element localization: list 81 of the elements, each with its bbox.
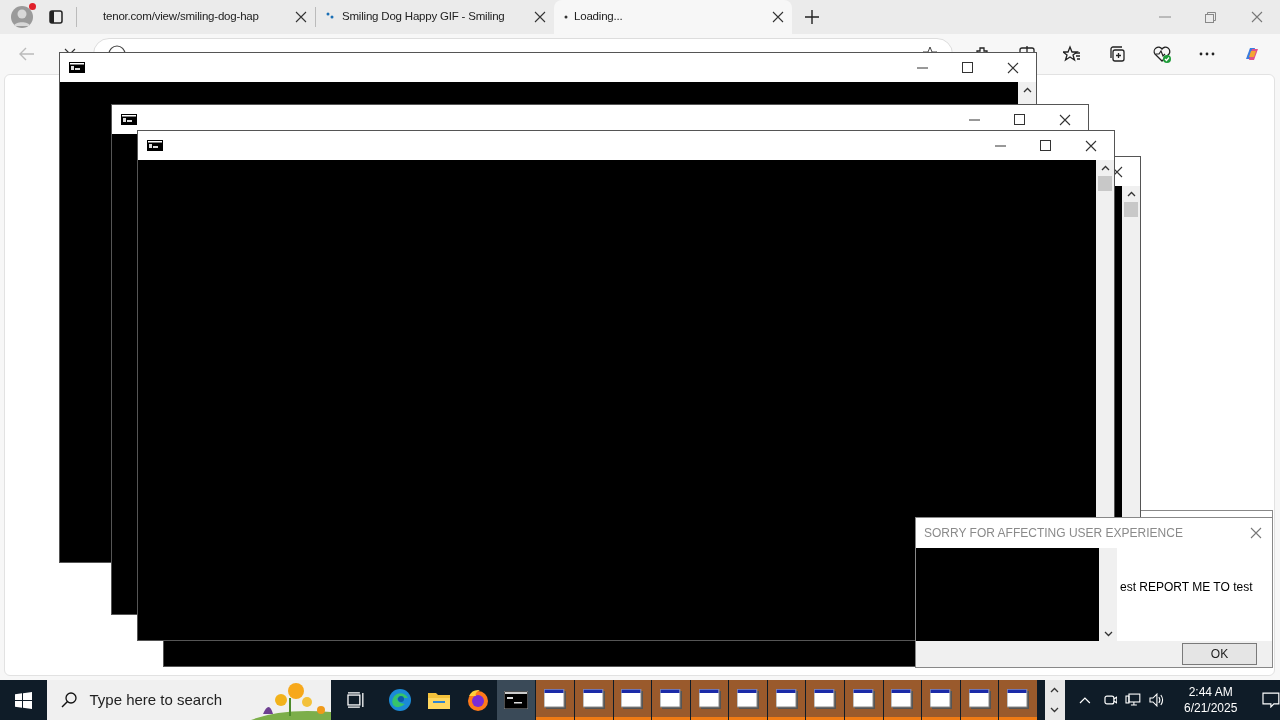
app-window-icon — [930, 688, 952, 709]
browser-tab[interactable]: tenor.com/view/smiling-dog-hap — [77, 3, 315, 31]
maximize-icon[interactable] — [1040, 140, 1051, 151]
app-window-icon — [968, 688, 991, 709]
minimize-icon[interactable] — [995, 144, 1006, 147]
task-view-icon[interactable] — [347, 692, 366, 708]
browser-tab[interactable]: Loading... — [554, 0, 792, 34]
app-window-icon — [582, 688, 605, 709]
favorites-icon[interactable] — [1063, 45, 1081, 63]
camera-icon[interactable] — [1103, 693, 1118, 707]
scroll-thumb[interactable] — [1124, 202, 1138, 217]
scroll-up-icon[interactable] — [1022, 87, 1032, 93]
app-window-icon — [698, 688, 721, 709]
close-tab-icon[interactable] — [295, 11, 307, 23]
taskbar-app[interactable] — [767, 680, 806, 720]
taskbar-scroller[interactable] — [1044, 680, 1065, 720]
app-window-icon — [659, 688, 682, 709]
profile-avatar[interactable] — [11, 6, 33, 28]
app-window-icon — [852, 688, 875, 709]
taskbar-app[interactable] — [652, 680, 690, 720]
notification-icon[interactable] — [1262, 692, 1280, 708]
close-icon[interactable] — [1059, 113, 1071, 126]
maximize-icon[interactable] — [1014, 114, 1025, 125]
scroll-up-icon[interactable] — [1100, 165, 1110, 171]
tab-actions-icon[interactable] — [49, 10, 63, 24]
app-window-icon — [621, 688, 644, 709]
taskbar-app[interactable] — [496, 680, 536, 720]
maximize-icon[interactable] — [962, 62, 973, 73]
scrollbar[interactable] — [1099, 548, 1117, 641]
taskbar-app[interactable] — [845, 680, 883, 720]
console-icon — [504, 691, 529, 709]
app-window-icon — [1007, 688, 1030, 709]
console-icon — [147, 140, 163, 151]
app-window-icon — [814, 688, 837, 709]
browser-tab[interactable]: Smiling Dog Happy GIF - Smiling — [316, 3, 554, 31]
folder-icon — [427, 690, 452, 710]
minimize-icon[interactable] — [917, 66, 928, 69]
close-tab-icon[interactable] — [534, 11, 546, 23]
taskbar-app[interactable] — [575, 680, 613, 720]
chevron-up-icon[interactable] — [1078, 696, 1091, 704]
network-icon[interactable] — [1125, 693, 1142, 707]
close-icon[interactable] — [1085, 139, 1097, 152]
taskbar-app[interactable] — [883, 680, 922, 720]
taskbar-app[interactable] — [690, 680, 729, 720]
new-tab-icon[interactable] — [805, 10, 819, 24]
taskbar-app[interactable] — [922, 680, 960, 720]
taskbar-app[interactable] — [806, 680, 845, 720]
browser-icon — [465, 688, 490, 712]
heart-pulse-icon[interactable] — [1153, 45, 1171, 63]
close-icon[interactable] — [1007, 61, 1019, 74]
console-icon — [69, 62, 85, 73]
scroll-up-icon[interactable] — [1126, 191, 1136, 197]
app-window-icon — [544, 688, 567, 709]
volume-icon[interactable] — [1149, 693, 1166, 707]
scroll-down-icon[interactable] — [1103, 631, 1113, 637]
clock[interactable]: 2:44 AM 6/21/2025 — [1175, 684, 1247, 716]
dialog-title: SORRY FOR AFFECTING USER EXPERIENCE — [924, 525, 1184, 542]
restore-icon[interactable] — [1205, 11, 1216, 23]
taskbar-app[interactable] — [729, 680, 767, 720]
app-window-icon — [775, 688, 798, 709]
taskbar-app[interactable] — [613, 680, 652, 720]
search-field[interactable]: Type here to search — [47, 680, 332, 720]
taskbar-app[interactable] — [999, 680, 1037, 720]
taskbar-app[interactable] — [536, 680, 574, 720]
loading-icon — [564, 15, 568, 19]
minimize-icon[interactable] — [969, 118, 980, 121]
scroll-up-icon[interactable] — [1050, 687, 1060, 693]
windows-logo-icon — [15, 691, 33, 709]
console-icon — [121, 114, 137, 125]
collections-icon[interactable] — [1108, 45, 1126, 63]
browser-icon — [388, 688, 413, 712]
taskbar-app[interactable] — [960, 680, 999, 720]
app-window-icon — [737, 688, 760, 709]
dialog-message: est REPORT ME TO test — [1120, 580, 1253, 594]
search-icon — [61, 692, 78, 708]
scroll-thumb[interactable] — [1098, 176, 1112, 191]
app-window-icon — [891, 688, 914, 709]
copilot-icon[interactable] — [1243, 45, 1261, 63]
scroll-down-icon[interactable] — [1050, 707, 1060, 713]
ok-button[interactable]: OK — [1182, 643, 1257, 665]
close-tab-icon[interactable] — [772, 11, 784, 23]
